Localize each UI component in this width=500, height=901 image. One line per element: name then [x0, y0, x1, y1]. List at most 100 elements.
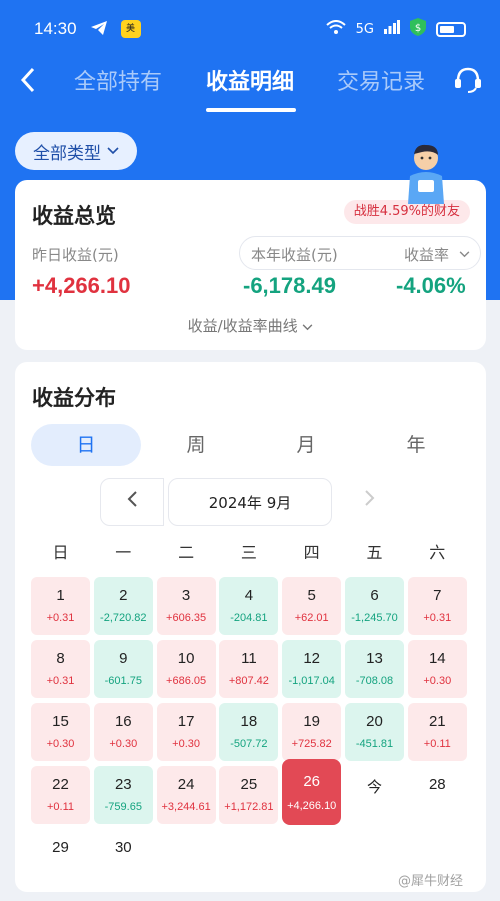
curve-toggle-link[interactable]: 收益/收益率曲线	[15, 315, 486, 336]
day-earnings: -1,017.04	[288, 675, 335, 687]
next-month-button[interactable]	[355, 478, 385, 526]
calendar-day[interactable]: 21 +0.11	[407, 703, 467, 761]
calendar-day[interactable]: 14 +0.30	[407, 640, 467, 698]
calendar-day[interactable]: 20 -451.81	[345, 703, 404, 761]
status-time: 14:30	[34, 19, 77, 38]
calendar-day[interactable]: 19 +725.82	[282, 703, 342, 761]
calendar-day[interactable]: 13 -708.08	[345, 640, 404, 698]
yesterday-earnings-label: 昨日收益(元)	[32, 246, 119, 264]
tab-transactions[interactable]: 交易记录	[337, 64, 425, 96]
day-number: 29	[52, 839, 69, 856]
weekday-header: 二	[178, 543, 195, 562]
year-earnings-label: 本年收益(元)	[251, 246, 338, 264]
day-number: 12	[303, 650, 321, 667]
day-number: 1	[56, 587, 65, 604]
day-number: 4	[244, 587, 254, 604]
day-number: 13	[366, 650, 383, 667]
chevron-right-icon	[365, 490, 375, 506]
calendar-day[interactable]: 22 +0.11	[31, 766, 90, 824]
day-number: 5	[307, 587, 316, 604]
period-tab-day[interactable]: 日	[31, 424, 141, 466]
day-number: 6	[370, 587, 379, 604]
period-tab-month[interactable]: 月	[251, 424, 361, 466]
calendar-day[interactable]: 4 -204.81	[219, 577, 279, 635]
chevron-left-icon	[20, 67, 35, 93]
tab-earnings-detail[interactable]: 收益明细	[206, 64, 294, 96]
calendar-day[interactable]: 12 -1,017.04	[282, 640, 342, 698]
calendar-day[interactable]: 5 +62.01	[282, 577, 342, 635]
day-number: 11	[241, 650, 257, 667]
earnings-distribution-card: 收益分布 日 周 月 年 2024年 9月 日一二三四五六 1 +0.31 2 -2,…	[15, 362, 486, 892]
day-number: 20	[366, 713, 383, 730]
weekday-header: 五	[366, 543, 383, 562]
day-number: 7	[433, 587, 442, 604]
day-number: 26	[303, 773, 321, 790]
calendar-day[interactable]: 2 -2,720.82	[93, 577, 153, 635]
day-earnings: +0.11	[46, 801, 75, 813]
shield-dollar-icon: $	[410, 18, 426, 40]
calendar-day[interactable]: 11 +807.42	[219, 640, 279, 698]
day-number: 3	[181, 587, 191, 604]
calendar-day[interactable]: 9 -601.75	[93, 640, 153, 698]
calendar-day[interactable]: 7 +0.31	[407, 577, 467, 635]
calendar-day[interactable]: 15 +0.30	[31, 703, 90, 761]
calendar-day[interactable]: 25 +1,172.81	[219, 766, 279, 824]
year-earnings-value: -6,178.49	[243, 273, 336, 298]
day-number: 2	[119, 587, 128, 604]
day-number: 21	[428, 713, 446, 730]
day-earnings: +0.31	[423, 612, 452, 624]
weekday-header: 日	[52, 543, 69, 562]
calendar-day[interactable]: 23 -759.65	[93, 766, 153, 824]
customer-service-icon[interactable]	[452, 64, 484, 96]
day-number: 17	[177, 713, 195, 730]
day-earnings: +0.30	[172, 738, 201, 750]
day-earnings: +0.31	[46, 675, 75, 687]
day-earnings: -204.81	[230, 612, 268, 624]
day-earnings: +3,244.61	[161, 801, 211, 813]
calendar-day: 今	[345, 766, 404, 824]
calendar-day[interactable]: 10 +686.05	[156, 640, 216, 698]
calendar-day[interactable]: 24 +3,244.61	[156, 766, 216, 824]
signal-icon	[384, 20, 400, 38]
calendar-day[interactable]: 1 +0.31	[31, 577, 90, 635]
calendar-day[interactable]: 3 +606.35	[156, 577, 216, 635]
telegram-icon	[89, 20, 109, 38]
day-number: 16	[114, 713, 132, 730]
network-badge: 5G	[355, 21, 374, 37]
calendar-day-selected[interactable]: 26 +4,266.10	[282, 759, 342, 825]
weekday-header: 四	[303, 543, 320, 562]
day-earnings: -451.81	[355, 738, 394, 750]
tab-holdings[interactable]: 全部持有	[74, 64, 162, 96]
calendar-day[interactable]: 8 +0.31	[31, 640, 90, 698]
calendar-day[interactable]: 6 -1,245.70	[345, 577, 404, 635]
calendar-day[interactable]: 18 -507.72	[219, 703, 279, 761]
previous-month-button[interactable]	[100, 478, 164, 526]
day-number: 23	[114, 776, 132, 793]
day-number: 8	[56, 650, 65, 667]
day-earnings: +725.82	[291, 738, 332, 750]
top-navigation: 全部持有 收益明细 交易记录	[0, 58, 500, 112]
chevron-left-icon	[127, 491, 137, 507]
period-tabs: 日 周 月 年	[31, 424, 471, 466]
type-filter-dropdown[interactable]: 全部类型	[15, 132, 137, 170]
day-number: 10	[177, 650, 195, 667]
day-earnings: -601.75	[104, 675, 142, 687]
status-bar: 14:30 美 5G $	[0, 0, 500, 58]
day-number: 24	[177, 776, 195, 793]
calendar-day[interactable]: 17 +0.30	[156, 703, 216, 761]
back-button[interactable]	[18, 66, 46, 98]
day-number: 30	[114, 839, 132, 856]
period-tab-year[interactable]: 年	[361, 424, 471, 466]
period-tab-week[interactable]: 周	[141, 424, 251, 466]
active-tab-indicator	[206, 108, 296, 112]
weekday-header: 一	[115, 543, 132, 562]
chevron-down-icon	[303, 324, 313, 331]
day-earnings: +0.30	[423, 675, 452, 687]
day-number: 22	[52, 776, 69, 793]
day-number: 今	[366, 779, 382, 796]
day-earnings: -759.65	[104, 801, 142, 813]
distribution-title: 收益分布	[32, 386, 116, 410]
day-earnings: +0.11	[423, 738, 451, 750]
calendar-day[interactable]: 16 +0.30	[93, 703, 153, 761]
return-rate-label[interactable]: 收益率	[404, 244, 449, 265]
